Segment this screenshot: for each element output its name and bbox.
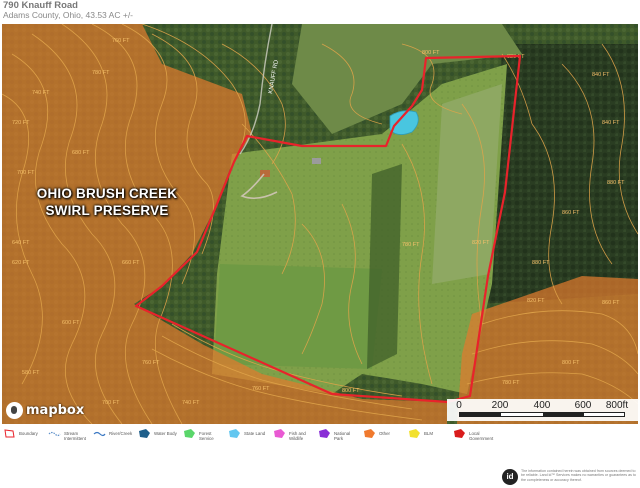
scale-tick: 600	[574, 400, 592, 411]
contour-label: 580 FT	[22, 370, 40, 376]
legend-label: Local Government	[469, 431, 494, 441]
stream-icon	[48, 431, 61, 437]
local-government-icon	[454, 429, 465, 438]
contour-label: 660 FT	[122, 260, 140, 266]
contour-label: 780 FT	[92, 70, 110, 76]
contour-label: 840 FT	[602, 120, 620, 126]
map-view[interactable]: 800 FT 820 FT 840 FT 760 FT 780 FT 740 F…	[2, 24, 638, 424]
wildlife-icon	[274, 429, 285, 438]
map-legend: Boundary Stream Intermittent River/Creek Wa…	[0, 428, 640, 446]
scale-tick: 0	[456, 400, 462, 411]
scale-tick: 400	[533, 400, 551, 411]
national-park-icon	[319, 429, 330, 438]
contour-label: 740 FT	[182, 400, 200, 406]
river-icon	[93, 431, 106, 437]
legend-item: National Park	[318, 428, 360, 441]
legend-item: Stream Intermittent	[48, 428, 90, 441]
contour-label: 640 FT	[12, 240, 30, 246]
legend-label: Boundary	[19, 431, 38, 436]
mapbox-icon	[6, 401, 23, 419]
scale-tick: 200	[491, 400, 509, 411]
forest-icon	[184, 429, 195, 438]
legend-item: River/Creek	[93, 428, 132, 439]
legend-label: Other	[379, 431, 390, 436]
disclaimer: id The information contained herein was …	[500, 467, 638, 487]
contour-label: 800 FT	[342, 388, 360, 394]
page-subtitle: Adams County, Ohio, 43.53 AC +/-	[3, 10, 134, 20]
legend-label: Stream Intermittent	[64, 431, 86, 441]
scale-tick: 800ft	[605, 400, 629, 411]
contour-label: 780 FT	[402, 242, 420, 248]
tree-line	[367, 164, 402, 369]
state-land-icon	[229, 429, 240, 438]
disclaimer-text: The information contained herein was obt…	[521, 469, 636, 482]
preserve-label-line1: OHIO BRUSH CREEK	[36, 186, 178, 201]
contour-label: 700 FT	[102, 400, 120, 406]
contour-label: 600 FT	[62, 320, 80, 326]
boundary-icon	[4, 429, 15, 438]
mapbox-wordmark: mapbox	[26, 402, 85, 418]
legend-label: Water Body	[154, 431, 177, 436]
contour-label: 780 FT	[502, 380, 520, 386]
legend-item: Boundary	[3, 428, 38, 439]
header: 790 Knauff Road Adams County, Ohio, 43.5…	[0, 0, 640, 22]
contour-label: 760 FT	[142, 360, 160, 366]
land-id-logo: id	[502, 469, 518, 485]
legend-item: Local Government	[453, 428, 495, 441]
mapbox-logo[interactable]: mapbox	[6, 400, 84, 420]
contour-label: 820 FT	[472, 240, 490, 246]
preserve-label-line2: SWIRL PRESERVE	[45, 203, 169, 218]
contour-label: 720 FT	[12, 120, 30, 126]
legend-label: River/Creek	[109, 431, 133, 436]
preserve-label: OHIO BRUSH CREEK SWIRL PRESERVE	[22, 185, 192, 219]
water-body-icon	[139, 429, 150, 438]
contour-label: 680 FT	[72, 150, 90, 156]
contour-label: 760 FT	[252, 386, 270, 392]
contour-label: 840 FT	[592, 72, 610, 78]
contour-label: 820 FT	[527, 298, 545, 304]
legend-label: State Land	[244, 431, 266, 436]
contour-label: 860 FT	[602, 300, 620, 306]
legend-item: Fish and Wildlife	[273, 428, 315, 441]
contour-label: 800 FT	[422, 50, 440, 56]
contour-label: 620 FT	[12, 260, 30, 266]
building	[312, 158, 321, 164]
contour-label: 700 FT	[17, 170, 35, 176]
contour-label: 880 FT	[532, 260, 550, 266]
legend-label: Forest Service	[199, 431, 214, 441]
legend-item: State Land	[228, 428, 265, 439]
contour-label: 860 FT	[562, 210, 580, 216]
contour-label: 740 FT	[32, 90, 50, 96]
scale-bar-graphic	[459, 412, 625, 417]
contour-label: 880 FT	[607, 180, 625, 186]
legend-label: BLM	[424, 431, 434, 436]
legend-item: Other	[363, 428, 390, 439]
blm-icon	[409, 429, 420, 438]
legend-item: Water Body	[138, 428, 177, 439]
legend-label: National Park	[334, 431, 351, 441]
contour-label: 760 FT	[112, 38, 130, 44]
scale-bar: 0 200 400 600 800ft	[447, 399, 638, 421]
contour-label: 800 FT	[562, 360, 580, 366]
legend-item: BLM	[408, 428, 433, 439]
map-canvas: 800 FT 820 FT 840 FT 760 FT 780 FT 740 F…	[2, 24, 638, 424]
other-icon	[364, 429, 375, 438]
legend-item: Forest Service	[183, 428, 225, 441]
legend-label: Fish and Wildlife	[289, 431, 306, 441]
